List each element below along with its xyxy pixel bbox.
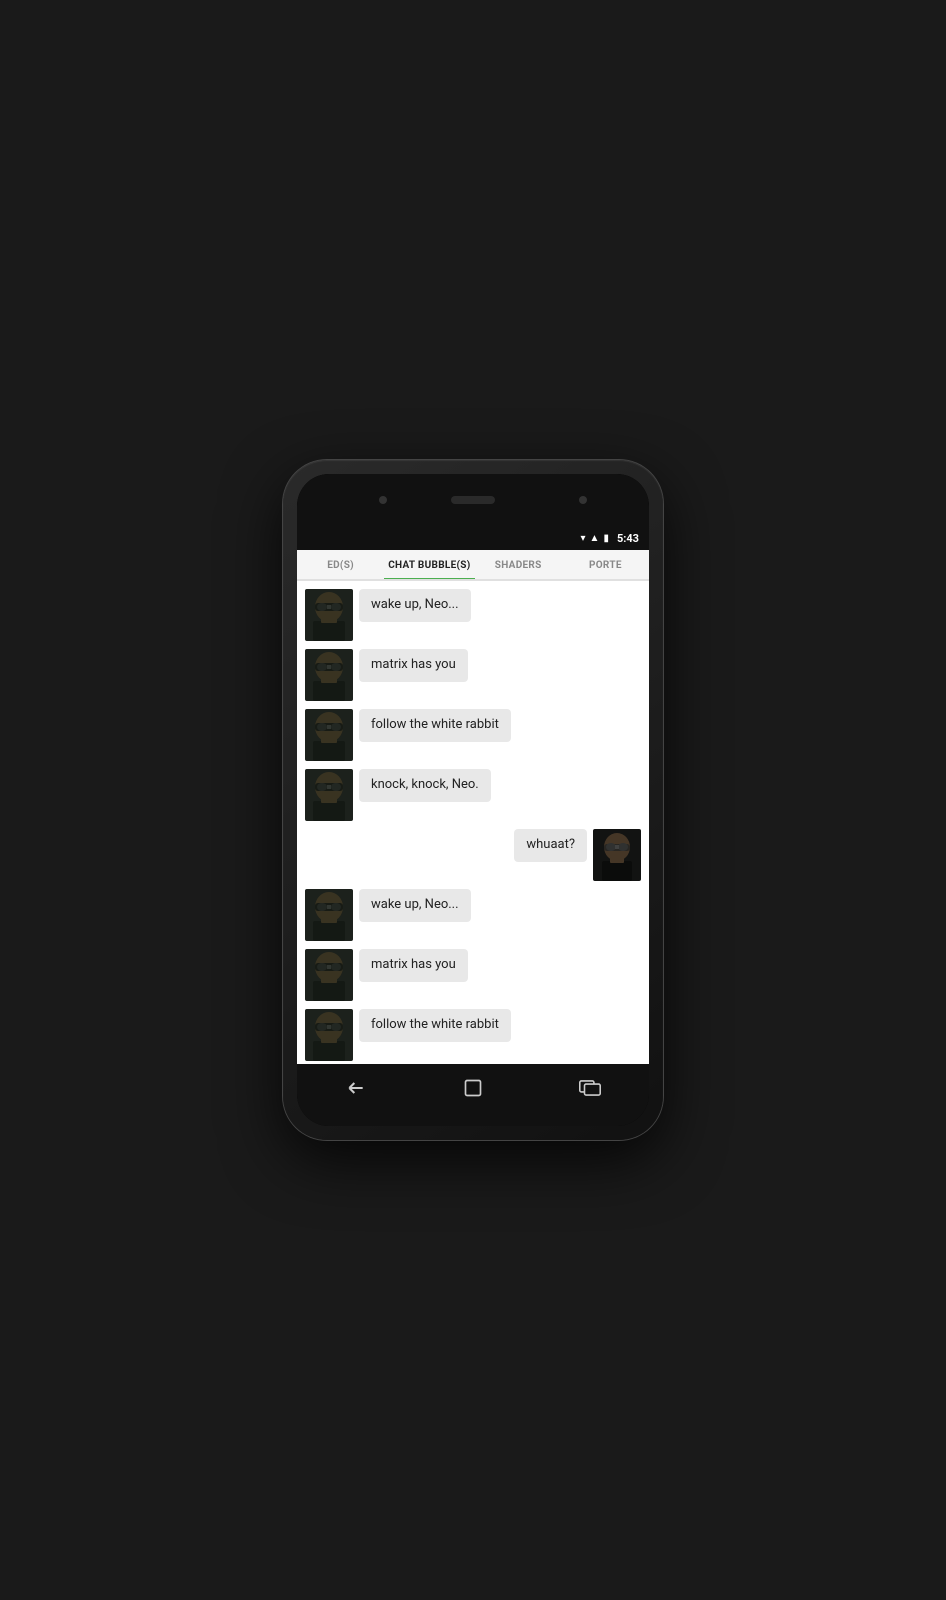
chat-message-7: matrix has you bbox=[305, 949, 641, 1001]
tab-chatbubble[interactable]: CHAT BUBBLE(S) bbox=[384, 550, 474, 579]
message-text-8: follow the white rabbit bbox=[371, 1017, 499, 1032]
avatar-neo-1 bbox=[593, 829, 641, 881]
front-camera bbox=[379, 496, 387, 504]
bottom-nav bbox=[297, 1064, 649, 1112]
message-text-5: whuaat? bbox=[526, 837, 575, 852]
top-bezel bbox=[297, 474, 649, 526]
earpiece-speaker bbox=[451, 496, 495, 504]
phone-device: ▾ ▲ ▮ 5:43 ED(S) CHAT BUBBLE(S) SHADERS … bbox=[283, 460, 663, 1140]
bubble-8: follow the white rabbit bbox=[359, 1009, 511, 1042]
chat-message-1: wake up, Neo... bbox=[305, 589, 641, 641]
bubble-5: whuaat? bbox=[514, 829, 587, 862]
avatar-morpheus-7 bbox=[305, 949, 353, 1001]
message-text-3: follow the white rabbit bbox=[371, 717, 499, 732]
chat-area[interactable]: wake up, Neo... bbox=[297, 581, 649, 1064]
tab-bar: ED(S) CHAT BUBBLE(S) SHADERS PORTE bbox=[297, 550, 649, 581]
tab-ported[interactable]: PORTE bbox=[562, 550, 649, 579]
message-text-6: wake up, Neo... bbox=[371, 897, 459, 912]
back-button[interactable] bbox=[332, 1070, 380, 1106]
chat-message-5: whuaat? bbox=[305, 829, 641, 881]
chat-message-8: follow the white rabbit bbox=[305, 1009, 641, 1061]
wifi-icon: ▾ bbox=[581, 533, 586, 544]
bubble-7: matrix has you bbox=[359, 949, 468, 982]
recents-button[interactable] bbox=[566, 1070, 614, 1106]
avatar-morpheus-2 bbox=[305, 649, 353, 701]
status-bar: ▾ ▲ ▮ 5:43 bbox=[297, 526, 649, 550]
bubble-4: knock, knock, Neo. bbox=[359, 769, 491, 802]
chat-message-4: knock, knock, Neo. bbox=[305, 769, 641, 821]
chat-message-2: matrix has you bbox=[305, 649, 641, 701]
chat-message-6: wake up, Neo... bbox=[305, 889, 641, 941]
avatar-morpheus-8 bbox=[305, 1009, 353, 1061]
front-sensor bbox=[579, 496, 587, 504]
status-time: 5:43 bbox=[617, 532, 639, 545]
bubble-1: wake up, Neo... bbox=[359, 589, 471, 622]
avatar-morpheus-6 bbox=[305, 889, 353, 941]
signal-icon: ▲ bbox=[590, 533, 600, 544]
message-text-4: knock, knock, Neo. bbox=[371, 777, 479, 792]
bubble-3: follow the white rabbit bbox=[359, 709, 511, 742]
message-text-7: matrix has you bbox=[371, 957, 456, 972]
avatar-morpheus-4 bbox=[305, 769, 353, 821]
message-text-1: wake up, Neo... bbox=[371, 597, 459, 612]
tab-shaders[interactable]: SHADERS bbox=[475, 550, 562, 579]
tab-themed[interactable]: ED(S) bbox=[297, 550, 384, 579]
bottom-bezel bbox=[297, 1112, 649, 1126]
bubble-6: wake up, Neo... bbox=[359, 889, 471, 922]
bubble-2: matrix has you bbox=[359, 649, 468, 682]
avatar-morpheus-3 bbox=[305, 709, 353, 761]
battery-icon: ▮ bbox=[603, 533, 609, 544]
chat-message-3: follow the white rabbit bbox=[305, 709, 641, 761]
phone-screen: ▾ ▲ ▮ 5:43 ED(S) CHAT BUBBLE(S) SHADERS … bbox=[297, 474, 649, 1126]
message-text-2: matrix has you bbox=[371, 657, 456, 672]
avatar-morpheus-1 bbox=[305, 589, 353, 641]
home-button[interactable] bbox=[449, 1070, 497, 1106]
